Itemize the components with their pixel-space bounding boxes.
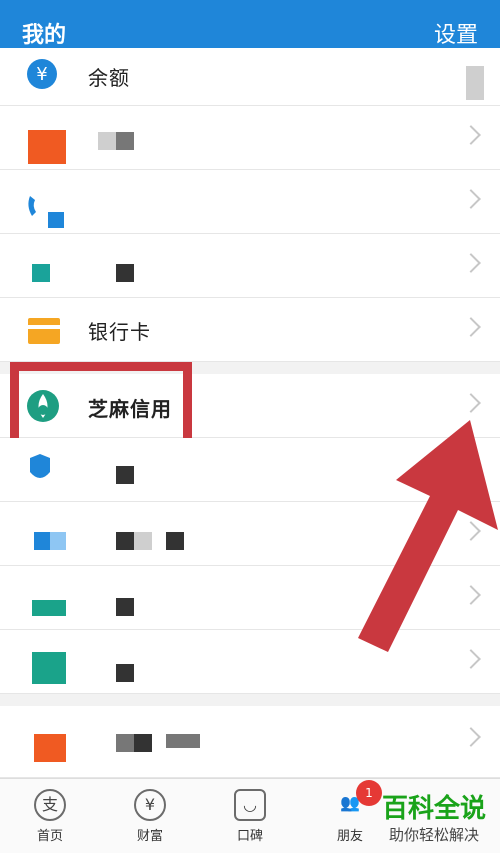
redacted-block bbox=[134, 532, 152, 550]
list-item[interactable] bbox=[0, 706, 500, 778]
pointer-arrow-icon bbox=[358, 420, 498, 652]
redacted-block bbox=[98, 132, 116, 150]
section-divider bbox=[0, 694, 500, 706]
highlight-box bbox=[10, 362, 192, 448]
chevron-right-icon bbox=[461, 317, 481, 337]
service-icon bbox=[34, 532, 50, 550]
yen-icon: ¥ bbox=[134, 789, 166, 821]
service-icon bbox=[32, 600, 66, 616]
bank-card-label: 银行卡 bbox=[88, 320, 151, 344]
list-item[interactable] bbox=[0, 170, 500, 234]
redacted-block bbox=[116, 264, 134, 282]
redacted-block bbox=[166, 734, 200, 748]
tab-wealth[interactable]: ¥ 财富 bbox=[110, 789, 190, 844]
card-icon bbox=[28, 318, 60, 344]
tab-home-label: 首页 bbox=[36, 829, 63, 844]
redacted-block bbox=[116, 598, 134, 616]
chevron-right-icon bbox=[461, 189, 481, 209]
yen-icon: ¥ bbox=[27, 59, 57, 89]
chevron-right-icon bbox=[461, 727, 481, 747]
settings-button[interactable]: 设置 bbox=[434, 17, 478, 49]
tab-friends-label: 朋友 bbox=[336, 829, 363, 844]
svg-text:¥: ¥ bbox=[36, 64, 47, 85]
service-icon bbox=[32, 264, 50, 282]
tab-home[interactable]: 支 首页 bbox=[10, 789, 90, 844]
service-icon-part bbox=[50, 532, 66, 550]
redacted-block bbox=[116, 532, 134, 550]
list-item[interactable] bbox=[0, 234, 500, 298]
chevron-right-icon bbox=[461, 393, 481, 413]
tab-wealth-label: 财富 bbox=[136, 829, 163, 844]
tab-koubei[interactable]: ◡ 口碑 bbox=[210, 789, 290, 844]
redacted-block bbox=[116, 734, 134, 752]
list-item-balance[interactable]: ¥ 余额 bbox=[0, 48, 500, 106]
service-icon bbox=[34, 734, 66, 762]
service-icon bbox=[32, 652, 66, 684]
alipay-icon: 支 bbox=[34, 789, 66, 821]
redacted-block bbox=[134, 734, 152, 752]
list-item-bank-card[interactable]: 银行卡 bbox=[0, 298, 500, 362]
list-item[interactable] bbox=[0, 106, 500, 170]
page-title: 我的 bbox=[22, 23, 67, 48]
service-icon bbox=[28, 130, 66, 164]
smile-icon: ◡ bbox=[234, 789, 266, 821]
shield-icon bbox=[30, 454, 50, 478]
notification-badge: 1 bbox=[356, 780, 382, 806]
chevron-right-icon bbox=[461, 125, 481, 145]
balance-label: 余额 bbox=[88, 66, 130, 90]
redacted-block bbox=[116, 132, 134, 150]
watermark-title: 百科全说 bbox=[381, 794, 486, 824]
phone-icon bbox=[28, 196, 64, 228]
chevron-right-icon bbox=[461, 253, 481, 273]
watermark: 百科全说 助你轻松解决 bbox=[382, 793, 486, 845]
redacted-block bbox=[466, 66, 484, 100]
redacted-block bbox=[116, 466, 134, 484]
watermark-subtitle: 助你轻松解决 bbox=[388, 826, 479, 844]
redacted-block bbox=[116, 664, 134, 682]
redacted-block bbox=[166, 532, 184, 550]
tab-koubei-label: 口碑 bbox=[236, 829, 263, 844]
